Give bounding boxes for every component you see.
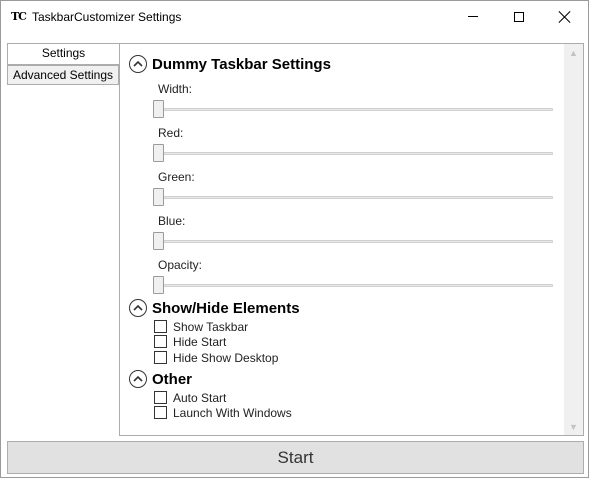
checkbox-label[interactable]: Hide Show Desktop (173, 351, 278, 365)
checkbox-label[interactable]: Show Taskbar (173, 320, 248, 334)
scroll-up-arrow-icon[interactable]: ▲ (564, 44, 583, 61)
section-title: Dummy Taskbar Settings (152, 55, 331, 73)
tab-advanced-settings[interactable]: Advanced Settings (7, 65, 119, 85)
show-taskbar-checkbox[interactable] (154, 320, 167, 333)
width-slider[interactable] (153, 100, 553, 118)
blue-label: Blue: (158, 214, 186, 228)
collapse-chevron-up-icon[interactable] (129, 370, 147, 388)
width-label: Width: (158, 82, 193, 96)
hide-start-checkbox[interactable] (154, 335, 167, 348)
section-header-show-hide[interactable]: Show/Hide Elements (129, 298, 300, 318)
window-title: TaskbarCustomizer Settings (32, 10, 182, 24)
minimize-button[interactable] (450, 1, 496, 32)
checkbox-label[interactable]: Hide Start (173, 335, 226, 349)
checkbox-label[interactable]: Auto Start (173, 391, 226, 405)
auto-start-checkbox[interactable] (154, 391, 167, 404)
section-title: Other (152, 370, 193, 388)
scroll-down-arrow-icon[interactable]: ▼ (564, 418, 583, 435)
launch-with-windows-checkbox-row[interactable]: Launch With Windows (154, 405, 292, 420)
section-title: Show/Hide Elements (152, 299, 300, 317)
app-logo-icon: TC (11, 10, 27, 23)
slider-track[interactable] (153, 152, 553, 155)
slider-track[interactable] (153, 284, 553, 287)
checkbox-label[interactable]: Launch With Windows (173, 406, 292, 420)
maximize-button[interactable] (496, 1, 542, 32)
opacity-label: Opacity: (158, 258, 203, 272)
blue-slider[interactable] (153, 232, 553, 250)
red-label: Red: (158, 126, 184, 140)
slider-thumb[interactable] (153, 276, 164, 294)
red-slider[interactable] (153, 144, 553, 162)
vertical-scrollbar[interactable]: ▲ ▼ (564, 44, 583, 435)
hide-start-checkbox-row[interactable]: Hide Start (154, 334, 226, 349)
show-taskbar-checkbox-row[interactable]: Show Taskbar (154, 319, 248, 334)
section-header-dummy-taskbar[interactable]: Dummy Taskbar Settings (129, 54, 331, 74)
slider-thumb[interactable] (153, 100, 164, 118)
tab-settings[interactable]: Settings (7, 43, 119, 65)
slider-thumb[interactable] (153, 144, 164, 162)
opacity-slider[interactable] (153, 276, 553, 294)
slider-track[interactable] (153, 196, 553, 199)
maximize-icon (514, 11, 524, 22)
close-icon (559, 11, 571, 23)
slider-thumb[interactable] (153, 232, 164, 250)
app-window: TC TaskbarCustomizer Settings Settings A… (0, 0, 589, 478)
title-bar[interactable]: TC TaskbarCustomizer Settings (1, 1, 588, 32)
close-button[interactable] (542, 1, 588, 32)
hide-show-desktop-checkbox-row[interactable]: Hide Show Desktop (154, 350, 278, 365)
slider-thumb[interactable] (153, 188, 164, 206)
collapse-chevron-up-icon[interactable] (129, 299, 147, 317)
settings-panel: Dummy Taskbar Settings Width: Red: Green… (119, 43, 584, 436)
collapse-chevron-up-icon[interactable] (129, 55, 147, 73)
minimize-icon (468, 16, 478, 17)
green-label: Green: (158, 170, 195, 184)
hide-show-desktop-checkbox[interactable] (154, 351, 167, 364)
start-button[interactable]: Start (7, 441, 584, 474)
launch-with-windows-checkbox[interactable] (154, 406, 167, 419)
green-slider[interactable] (153, 188, 553, 206)
slider-track[interactable] (153, 108, 553, 111)
section-header-other[interactable]: Other (129, 369, 192, 389)
slider-track[interactable] (153, 240, 553, 243)
auto-start-checkbox-row[interactable]: Auto Start (154, 390, 226, 405)
